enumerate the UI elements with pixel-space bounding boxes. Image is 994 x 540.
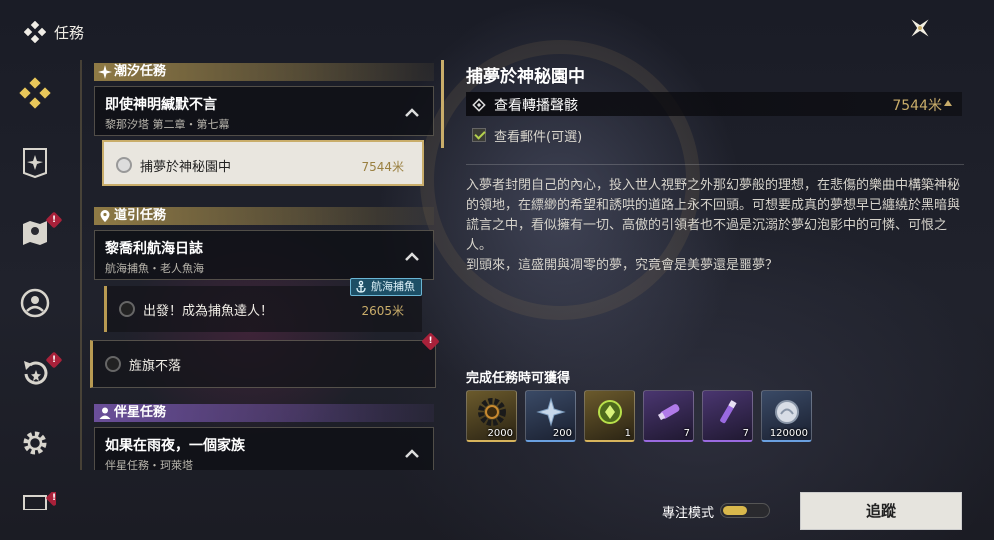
category-guide-header: 道引任務	[94, 207, 434, 225]
page-title: 任務	[54, 24, 85, 42]
fishing-badge: 航海捕魚	[350, 278, 422, 296]
quest-radio	[116, 157, 132, 173]
group-title: 即使神明緘默不言	[105, 97, 217, 113]
objective-label: 查看轉播聲骸	[494, 98, 578, 114]
quest-label: 旌旗不落	[129, 359, 182, 374]
reward-item[interactable]: 120000	[761, 390, 812, 442]
user-icon	[98, 406, 112, 420]
reward-count: 1	[624, 428, 631, 439]
return-star-icon	[20, 358, 50, 392]
detail-divider	[441, 60, 444, 148]
quest-label: 出發！成為捕魚達人！	[143, 304, 274, 319]
focus-mode-toggle[interactable]	[720, 503, 770, 518]
reward-item[interactable]: 7	[643, 390, 694, 442]
reward-item[interactable]: 2000	[466, 390, 517, 442]
arrow-up-icon	[944, 100, 952, 106]
crystal-star-icon	[536, 397, 566, 427]
quest-group-1[interactable]: 即使神明緘默不言 黎那汐塔 第二章・第七幕	[94, 86, 434, 136]
sparkle-icon	[98, 65, 112, 79]
quest-radio	[119, 301, 135, 317]
quest-group-3[interactable]: 如果在雨夜，一個家族 伴星任務・珂萊塔	[94, 427, 434, 470]
quest-item-banner[interactable]: 旌旗不落	[90, 332, 440, 388]
sidebar-item-map[interactable]	[14, 211, 63, 256]
reward-item[interactable]: 7	[702, 390, 753, 442]
category-tide-header: 潮汐任務	[94, 63, 434, 81]
anchor-icon	[354, 280, 368, 294]
reward-count: 200	[552, 428, 572, 439]
alert-badge	[45, 211, 63, 229]
objective-diamond-icon	[472, 97, 486, 112]
close-star-icon	[907, 15, 933, 45]
shell-coin-icon	[772, 397, 802, 427]
sidebar-item-quests[interactable]	[14, 74, 56, 116]
reward-item[interactable]: 200	[525, 390, 576, 442]
quest-distance: 2605米	[361, 304, 404, 318]
objective-distance: 7544米	[892, 98, 942, 114]
group-title: 如果在雨夜，一個家族	[105, 438, 245, 454]
screen-icon	[22, 492, 48, 512]
objective-row[interactable]: 查看轉播聲骸 7544米	[466, 92, 962, 116]
sidebar-item-screen[interactable]	[14, 492, 56, 512]
chevron-up-icon[interactable]	[405, 446, 419, 460]
sidebar-item-profile[interactable]	[14, 284, 56, 326]
group-subtitle: 伴星任務・珂萊塔	[105, 459, 193, 470]
chevron-up-icon[interactable]	[405, 105, 419, 119]
quest-group-2[interactable]: 黎喬利航海日誌 航海捕魚・老人魚海	[94, 230, 434, 280]
reward-count: 7	[742, 428, 749, 439]
location-pin-icon	[98, 209, 112, 223]
green-orb-icon	[595, 397, 625, 427]
checkbox-checked-icon	[472, 128, 486, 142]
quest-label: 捕夢於神秘園中	[140, 160, 232, 175]
sidebar-item-return[interactable]	[14, 351, 63, 396]
purple-tool-icon	[713, 397, 743, 427]
quest-item-active[interactable]: 捕夢於神秘園中 7544米	[102, 140, 424, 186]
top-bar: 任務	[0, 0, 994, 60]
reward-count: 7	[683, 428, 690, 439]
group-subtitle: 航海捕魚・老人魚海	[105, 262, 204, 275]
gear-icon	[20, 428, 50, 462]
gear-core-icon	[477, 397, 507, 427]
sidebar	[0, 60, 72, 540]
sidebar-item-settings[interactable]	[14, 424, 56, 466]
quest-description: 入夢者封閉自己的內心，投入世人視野之外那幻夢般的理想，在悲傷的樂曲中構築神秘的領…	[466, 176, 966, 276]
group-subtitle: 黎那汐塔 第二章・第七幕	[105, 118, 230, 131]
focus-mode-label: 專注模式	[662, 506, 715, 521]
toggle-knob	[723, 506, 747, 515]
sidebar-item-achievements[interactable]	[14, 144, 56, 186]
quest-list: 潮汐任務 即使神明緘默不言 黎那汐塔 第二章・第七幕 捕夢於神秘園中 7544米…	[80, 60, 442, 470]
detail-title: 捕夢於神秘園中	[466, 67, 585, 87]
quest-item-fishing[interactable]: 出發！成為捕魚達人！ 2605米 航海捕魚	[104, 278, 422, 332]
chevron-up-icon[interactable]	[405, 249, 419, 263]
track-button[interactable]: 追蹤	[800, 492, 962, 530]
map-icon	[20, 218, 50, 252]
quest-radio	[105, 356, 121, 372]
group-title: 黎喬利航海日誌	[105, 241, 203, 257]
quest-diamond-icon	[23, 20, 47, 44]
quest-distance: 7544米	[361, 160, 404, 174]
sub-objective-label: 查看郵件(可選)	[494, 130, 583, 145]
category-star-header: 伴星任務	[94, 404, 434, 422]
diamond-grid-icon	[19, 77, 51, 113]
close-button[interactable]	[902, 12, 938, 48]
reward-count: 2000	[487, 428, 513, 439]
description-paragraph: 入夢者封閉自己的內心，投入世人視野之外那幻夢般的理想，在悲傷的樂曲中構築神秘的領…	[466, 178, 961, 253]
description-paragraph: 到頭來，這盛開與凋零的夢，究竟會是美夢還是噩夢？	[466, 258, 779, 273]
reward-item[interactable]: 1	[584, 390, 635, 442]
alert-badge	[45, 351, 63, 369]
banner-star-icon	[20, 147, 50, 183]
user-circle-icon	[19, 287, 51, 323]
alert-badge	[421, 332, 440, 351]
section-divider	[466, 164, 964, 165]
purple-tube-icon	[654, 397, 684, 427]
reward-title: 完成任務時可獲得	[466, 371, 571, 386]
reward-count: 120000	[769, 428, 808, 439]
